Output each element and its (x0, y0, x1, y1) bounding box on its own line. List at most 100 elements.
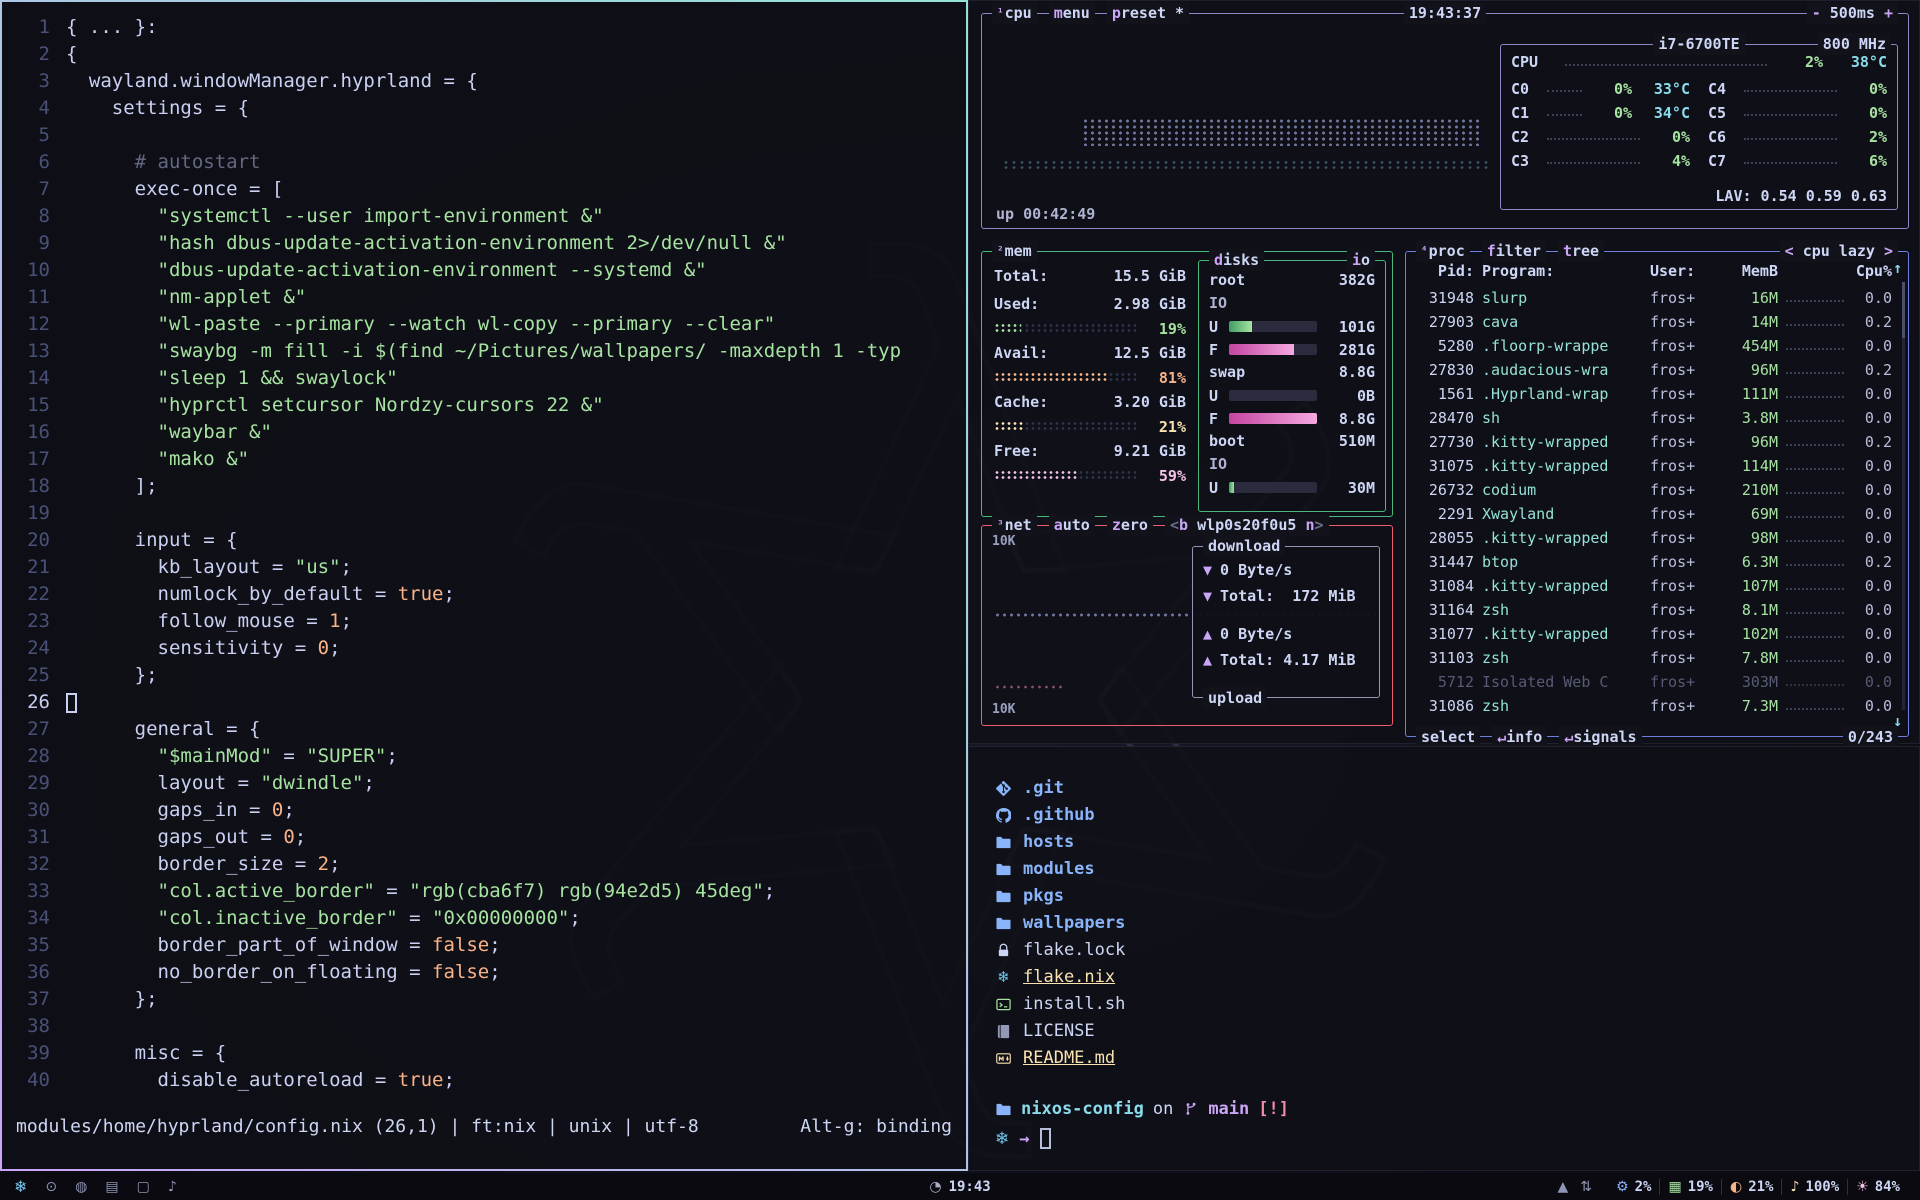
tree-toggle[interactable]: tree (1558, 240, 1604, 262)
scroll-up-icon[interactable]: ↑ (1893, 259, 1902, 277)
display-icon[interactable]: ▢ (137, 1179, 150, 1195)
process-row[interactable]: 31447btopfros+6.3M0.2 (1416, 550, 1892, 574)
editor-line[interactable]: 28 "$mainMod" = "SUPER"; (6, 743, 964, 770)
signals-hint[interactable]: ↵signals (1559, 726, 1641, 748)
code-text: "col.inactive_border" = "0x00000000"; (66, 905, 581, 932)
line-number: 35 (6, 932, 66, 959)
select-hint[interactable]: select (1416, 726, 1480, 748)
editor-line[interactable]: 19 (6, 500, 964, 527)
disks-io-toggle[interactable]: io (1347, 249, 1375, 271)
editor-line[interactable]: 10 "dbus-update-activation-environment -… (6, 257, 964, 284)
editor-line[interactable]: 14 "sleep 1 && swaylock" (6, 365, 964, 392)
process-row[interactable]: 28055.kitty-wrappedfros+98M0.0 (1416, 526, 1892, 550)
process-scrollbar[interactable] (1902, 282, 1905, 710)
editor-line[interactable]: 23 follow_mouse = 1; (6, 608, 964, 635)
process-row[interactable]: 5712Isolated Web Cfros+303M0.0 (1416, 670, 1892, 694)
music-icon[interactable]: ♪ (168, 1179, 177, 1195)
editor-line[interactable]: 8 "systemctl --user import-environment &… (6, 203, 964, 230)
editor-line[interactable]: 32 border_size = 2; (6, 851, 964, 878)
process-row[interactable]: 31075.kitty-wrappedfros+114M0.0 (1416, 454, 1892, 478)
editor-line[interactable]: 4 settings = { (6, 95, 964, 122)
process-box-title[interactable]: ⁴proc (1416, 240, 1470, 262)
editor-line[interactable]: 35 border_part_of_window = false; (6, 932, 964, 959)
shell-prompt-input-line[interactable]: ❄ → (995, 1128, 1051, 1149)
process-row[interactable]: 27830.audacious-wrafros+96M0.2 (1416, 358, 1892, 382)
mem-stat-row: Avail:12.5 GiB (994, 339, 1186, 367)
nixos-logo-icon[interactable]: ❄ (14, 1177, 27, 1196)
process-row[interactable]: 31077.kitty-wrappedfros+102M0.0 (1416, 622, 1892, 646)
waybar-module-cpu[interactable]: ⚙2% (1608, 1179, 1659, 1195)
editor-line[interactable]: 13 "swaybg -m fill -i $(find ~/Pictures/… (6, 338, 964, 365)
editor-line[interactable]: 31 gaps_out = 0; (6, 824, 964, 851)
launcher-icon[interactable]: ⊙ (45, 1179, 57, 1195)
editor-line[interactable]: 30 gaps_in = 0; (6, 797, 964, 824)
process-row[interactable]: 5280.floorp-wrappefros+454M0.0 (1416, 334, 1892, 358)
net-zero-toggle[interactable]: zero (1107, 514, 1153, 536)
editor-line[interactable]: 26 (6, 689, 964, 716)
editor-line[interactable]: 9 "hash dbus-update-activation-environme… (6, 230, 964, 257)
editor-line[interactable]: 12 "wl-paste --primary --watch wl-copy -… (6, 311, 964, 338)
editor-line[interactable]: 20 input = { (6, 527, 964, 554)
editor-line[interactable]: 33 "col.active_border" = "rgb(cba6f7) rg… (6, 878, 964, 905)
editor-line[interactable]: 40 disable_autoreload = true; (6, 1067, 964, 1094)
process-row[interactable]: 31086zshfros+7.3M0.0 (1416, 694, 1892, 718)
waybar-module-memory[interactable]: ▦19% (1659, 1179, 1721, 1195)
process-row[interactable]: 2291Xwaylandfros+69M0.0 (1416, 502, 1892, 526)
editor-line[interactable]: 36 no_border_on_floating = false; (6, 959, 964, 986)
net-auto-toggle[interactable]: auto (1049, 514, 1095, 536)
code-text: settings = { (66, 95, 249, 122)
editor-line[interactable]: 2{ (6, 41, 964, 68)
editor-line[interactable]: 37 }; (6, 986, 964, 1013)
process-row[interactable]: 27903cavafros+14M0.2 (1416, 310, 1892, 334)
memory-box-title[interactable]: ²mem (992, 240, 1037, 262)
waybar-clock[interactable]: ◔ 19:43 (929, 1179, 990, 1195)
menu-button[interactable]: menu (1049, 2, 1095, 24)
waybar-module-volume[interactable]: ♪100% (1781, 1179, 1847, 1195)
folder-icon (995, 916, 1012, 931)
editor-line[interactable]: 29 layout = "dwindle"; (6, 770, 964, 797)
process-row[interactable]: 26732codiumfros+210M0.0 (1416, 478, 1892, 502)
editor-line[interactable]: 16 "waybar &" (6, 419, 964, 446)
sort-selector[interactable]: < cpu lazy > (1780, 240, 1898, 262)
net-interface-switcher[interactable]: <b wlp0s20f0u5 n> (1165, 514, 1329, 536)
editor-line[interactable]: 22 numlock_by_default = true; (6, 581, 964, 608)
editor-line[interactable]: 39 misc = { (6, 1040, 964, 1067)
disks-title[interactable]: disks (1209, 249, 1264, 271)
editor-line[interactable]: 18 ]; (6, 473, 964, 500)
editor-line[interactable]: 11 "nm-applet &" (6, 284, 964, 311)
preset-button[interactable]: preset * (1107, 2, 1189, 24)
editor-line[interactable]: 6 # autostart (6, 149, 964, 176)
editor-line[interactable]: 24 sensitivity = 0; (6, 635, 964, 662)
editor-line[interactable]: 38 (6, 1013, 964, 1040)
editor-line[interactable]: 5 (6, 122, 964, 149)
editor-line[interactable]: 7 exec-once = [ (6, 176, 964, 203)
process-row[interactable]: 31103zshfros+7.8M0.0 (1416, 646, 1892, 670)
editor-line[interactable]: 25 }; (6, 662, 964, 689)
process-row[interactable]: 27730.kitty-wrappedfros+96M0.2 (1416, 430, 1892, 454)
editor-line[interactable]: 21 kb_layout = "us"; (6, 554, 964, 581)
waybar-module-disk[interactable]: ◐21% (1721, 1179, 1782, 1195)
cpu-box-title[interactable]: ¹cpu (992, 2, 1037, 24)
editor-line[interactable]: 3 wayland.windowManager.hyprland = { (6, 68, 964, 95)
process-row[interactable]: 31084.kitty-wrappedfros+107M0.0 (1416, 574, 1892, 598)
network-icon[interactable]: ⇅ (1580, 1179, 1592, 1195)
files-icon[interactable]: ▤ (105, 1179, 118, 1195)
network-box-title[interactable]: ³net (992, 514, 1037, 536)
editor-line[interactable]: 15 "hyprctl setcursor Nordzy-cursors 22 … (6, 392, 964, 419)
process-row[interactable]: 28470shfros+3.8M0.0 (1416, 406, 1892, 430)
tray-expand-icon[interactable]: ▲ (1558, 1179, 1569, 1195)
update-interval-control[interactable]: - 500ms + (1807, 2, 1898, 24)
disks-titlebar: disks io (1209, 249, 1375, 271)
editor-line[interactable]: 17 "mako &" (6, 446, 964, 473)
editor-line[interactable]: 1{ ... }: (6, 14, 964, 41)
process-row[interactable]: 31164zshfros+8.1M0.0 (1416, 598, 1892, 622)
process-row[interactable]: 1561.Hyprland-wrapfros+111M0.0 (1416, 382, 1892, 406)
editor-line[interactable]: 27 general = { (6, 716, 964, 743)
browser-icon[interactable]: ◍ (75, 1179, 87, 1195)
waybar-module-brightness[interactable]: ☀84% (1847, 1179, 1908, 1195)
process-row[interactable]: 31948slurpfros+16M0.0 (1416, 286, 1892, 310)
scrollbar-thumb[interactable] (1902, 282, 1905, 338)
filter-button[interactable]: filter (1482, 240, 1546, 262)
editor-line[interactable]: 34 "col.inactive_border" = "0x00000000"; (6, 905, 964, 932)
info-hint[interactable]: ↵info (1492, 726, 1547, 748)
